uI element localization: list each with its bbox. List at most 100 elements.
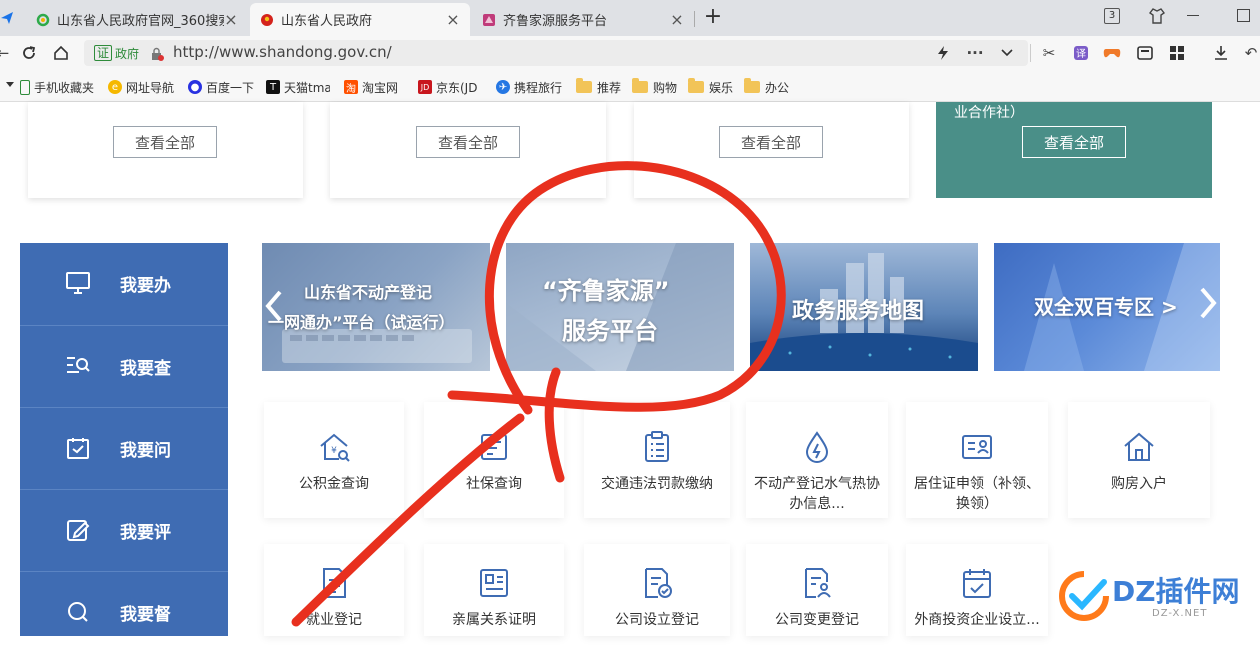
water-drop-bolt-icon xyxy=(805,431,829,463)
browser-logo-icon[interactable] xyxy=(0,10,14,24)
tab-title: 山东省人民政府 xyxy=(281,14,373,29)
service-foreign-investment[interactable]: 外商投资企业设立... xyxy=(906,544,1048,636)
carousel-prev-icon[interactable] xyxy=(262,286,286,326)
service-home-registration[interactable]: 购房入户 xyxy=(1068,402,1210,518)
minimize-icon[interactable] xyxy=(1187,15,1199,16)
service-company-establishment[interactable]: 公司设立登记 xyxy=(584,544,730,636)
watermark: DZ插件网 DZ-X.NET xyxy=(1056,562,1256,632)
bookmark-mobile[interactable]: 手机收藏夹 xyxy=(20,77,94,97)
bookmark-label: 手机收藏夹 xyxy=(34,80,95,95)
search-360-icon xyxy=(36,13,50,26)
banner-qilu-jiayuan[interactable]: “齐鲁家源” 服务平台 xyxy=(506,243,734,371)
watermark-subtext: DZ-X.NET xyxy=(1152,608,1208,619)
sidebar-item-evaluate[interactable]: 我要评 xyxy=(20,490,228,570)
more-icon[interactable]: ··· xyxy=(966,44,984,62)
download-icon[interactable] xyxy=(1212,44,1230,62)
sidebar-item-label: 我要问 xyxy=(120,440,171,461)
bookmark-label: 携程旅行 xyxy=(514,80,563,95)
service-traffic-fine[interactable]: 交通违法罚款缴纳 xyxy=(584,402,730,518)
back-icon[interactable]: ← xyxy=(0,44,12,62)
svg-text:译: 译 xyxy=(1076,48,1086,60)
site-favicon-icon xyxy=(483,13,495,26)
game-controller-icon[interactable] xyxy=(1103,44,1121,62)
apps-grid-icon[interactable] xyxy=(1168,44,1186,62)
document-check-icon xyxy=(645,568,672,598)
bookmark-ctrip[interactable]: ✈ 携程旅行 xyxy=(496,77,562,97)
document-icon xyxy=(323,568,346,598)
bookmark-folder-shopping[interactable]: 购物 xyxy=(632,77,677,97)
banner-double-hundred[interactable]: 双全双百专区 > xyxy=(994,243,1220,371)
home-button-icon[interactable] xyxy=(52,44,70,62)
sidebar-item-query[interactable]: 我要查 xyxy=(20,326,228,406)
tab-qilu-platform[interactable]: 齐鲁家源服务平台 × xyxy=(472,3,694,36)
view-all-button[interactable]: 查看全部 xyxy=(113,126,217,158)
maximize-icon[interactable] xyxy=(1237,9,1250,22)
insecure-lock-icon[interactable] xyxy=(150,46,164,61)
bookmark-folder-recommend[interactable]: 推荐 xyxy=(576,77,621,97)
tab-count-icon[interactable]: 3 xyxy=(1104,8,1120,24)
banner-subtitle: 一网通办”平台（试运行） xyxy=(268,313,455,332)
banner-real-estate[interactable]: 山东省不动产登记 一网通办”平台（试运行） xyxy=(262,243,490,371)
bookmarks-menu-icon[interactable] xyxy=(6,82,14,87)
service-label: 交通违法罚款缴纳 xyxy=(601,476,713,492)
tmall-icon: T xyxy=(266,80,280,94)
service-label: 不动产登记水气热协办信息... xyxy=(754,476,880,512)
banner-title: “齐鲁家源” xyxy=(542,277,670,305)
phone-icon xyxy=(20,79,30,95)
service-utility-coordination[interactable]: 不动产登记水气热协办信息... xyxy=(746,402,888,518)
service-residence-permit[interactable]: 居住证申领（补领、换领） xyxy=(906,402,1048,518)
bookmark-nav[interactable]: e 网址导航 xyxy=(108,77,174,97)
bookmark-tmall[interactable]: T 天猫tma xyxy=(266,77,330,97)
bookmark-label: 淘宝网 xyxy=(362,80,399,95)
folder-icon xyxy=(744,78,760,93)
clipboard-list-icon xyxy=(645,431,669,462)
url-text[interactable]: http://www.shandong.gov.cn/ xyxy=(173,43,392,61)
edit-icon xyxy=(64,516,92,544)
bookmark-label: 百度一下 xyxy=(206,80,255,95)
service-employment-registration[interactable]: 就业登记 xyxy=(264,544,404,636)
watermark-text: DZ插件网 xyxy=(1112,575,1240,608)
view-all-button[interactable]: 查看全部 xyxy=(416,126,520,158)
carousel-next-icon[interactable] xyxy=(1196,283,1220,323)
bookmark-jd[interactable]: JD 京东(JD xyxy=(418,77,480,97)
tab-shandong-gov[interactable]: 山东省人民政府 × xyxy=(250,3,470,36)
service-kinship-certificate[interactable]: 亲属关系证明 xyxy=(424,544,564,636)
close-tab-icon[interactable]: × xyxy=(224,10,238,29)
bookmark-taobao[interactable]: 淘 淘宝网 xyxy=(344,77,398,97)
sidebar-item-supervise[interactable]: 我要督 xyxy=(20,572,228,652)
sidebar-item-label: 我要查 xyxy=(120,358,171,379)
service-social-security[interactable]: 社保查询 xyxy=(424,402,564,518)
view-all-button[interactable]: 查看全部 xyxy=(719,126,823,158)
view-all-button[interactable]: 查看全部 xyxy=(1022,126,1126,158)
house-yuan-search-icon: ¥ xyxy=(320,433,350,462)
sidebar-item-handle[interactable]: 我要办 xyxy=(20,243,228,323)
document-person-icon xyxy=(805,568,831,598)
service-housing-fund[interactable]: ¥ 公积金查询 xyxy=(264,402,404,518)
sidebar-item-ask[interactable]: 我要问 xyxy=(20,408,228,488)
bookmark-folder-entertainment[interactable]: 娱乐 xyxy=(688,77,733,97)
banner-service-map[interactable]: 政务服务地图 xyxy=(750,243,978,371)
calendar-check-icon xyxy=(963,569,991,598)
history-back-icon[interactable]: ↶ xyxy=(1242,44,1260,62)
new-tab-button[interactable]: + xyxy=(702,5,724,29)
reload-icon[interactable] xyxy=(20,44,38,62)
close-tab-icon[interactable]: × xyxy=(670,10,684,29)
bookmark-baidu[interactable]: ● 百度一下 xyxy=(188,77,254,97)
service-company-change[interactable]: 公司变更登记 xyxy=(746,544,888,636)
extension-translate-icon[interactable]: 译 xyxy=(1072,44,1090,62)
gov-cert-badge[interactable]: 证 政府 xyxy=(94,44,139,62)
close-tab-icon[interactable]: × xyxy=(446,10,460,29)
reader-mode-icon[interactable] xyxy=(1136,44,1154,62)
paw-icon: ● xyxy=(188,80,202,94)
lightning-icon[interactable] xyxy=(934,44,952,62)
shirt-skin-icon[interactable] xyxy=(1148,7,1166,25)
chevron-down-icon[interactable] xyxy=(998,44,1016,62)
tab-search[interactable]: 山东省人民政府官网_360搜索 × xyxy=(26,3,248,36)
scissors-icon[interactable]: ✂ xyxy=(1040,44,1058,62)
banner-title: 政务服务地图 xyxy=(792,299,925,324)
bookmark-folder-office[interactable]: 办公 xyxy=(744,77,789,97)
banner-title: 山东省不动产登记 xyxy=(304,283,433,302)
jd-icon: JD xyxy=(418,80,432,94)
taobao-icon: 淘 xyxy=(344,80,358,95)
service-label: 居住证申领（补领、换领） xyxy=(914,476,1040,512)
